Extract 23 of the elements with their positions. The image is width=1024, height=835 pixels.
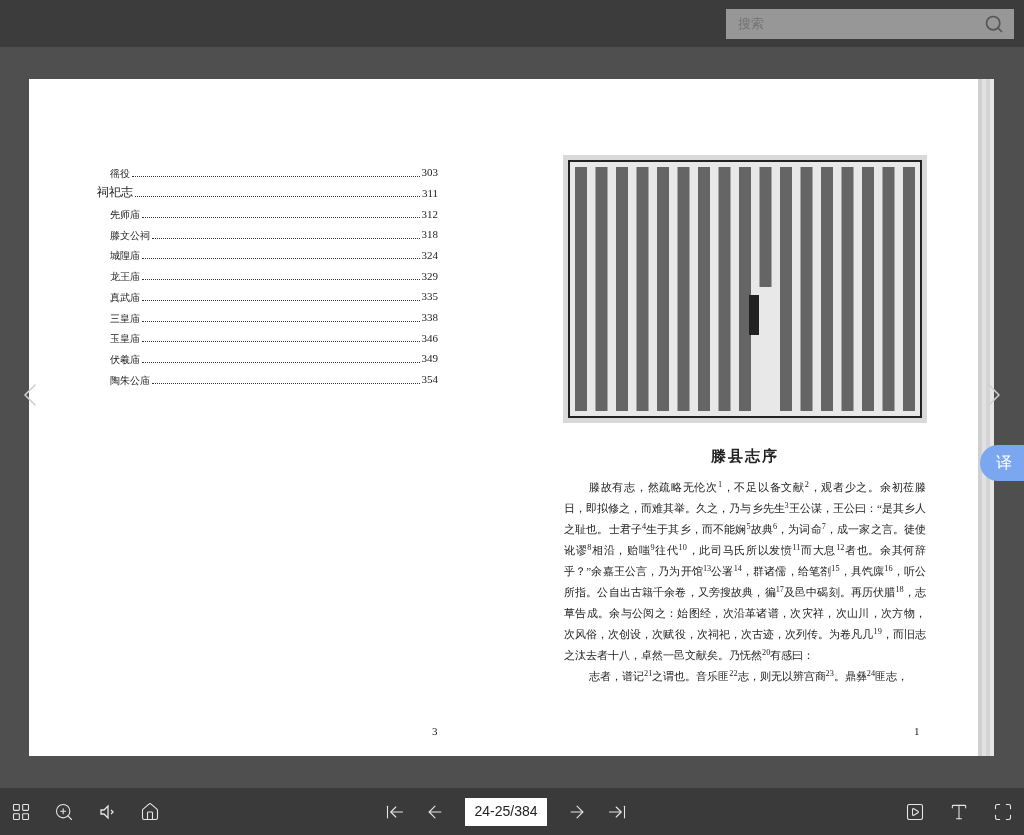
thumbnails-icon[interactable] bbox=[11, 801, 31, 822]
play-icon[interactable] bbox=[905, 801, 925, 822]
chapter-title: 滕县志序 bbox=[710, 447, 780, 466]
toc-entry[interactable]: 陶朱公庙 354 bbox=[97, 366, 438, 388]
body-paragraph: 滕故有志，然疏略无伦次$^{1}$，不足以备文献$^{2}$，观者少之。余初莅滕日，即拟修之，而难其举。久之，乃与乡先生$^{3}$王公谋，王公曰：“是其乡人之耻也。士君子$^{4}$生于其乡，而不能娴$^{5}$故典$^{6}$，为词命$^{7}$，成一家之言。徒使讹谬$^{8}$相沿，贻嗤$^{9}$往代$^{10}$，此司马氏所以发愤$^{11}$而大息$^{12}$者也。余其何辞乎？”余嘉王公言，乃为开馆$^{13}$公署$^{14}$，群诸儒，给笔劄$^{15}$，具饩廪$^{16}$，听公所指。公自出古籍千余卷，又旁搜故典，徧$^{17}$及邑中碣刻。再历伏腊$^{18}$，志草告成。余与公阅之：始图经，次沿革诸谱，次灾祥，次山川，次方物，次风俗，次创设，次赋役，次祠祀，次古迹，次列传。为卷凡几$^{19}$，而旧志之汰去者十八，卓然一邑文献矣。乃怃然$^{20}$有感曰： bbox=[564, 478, 926, 663]
toc-entry[interactable]: 伏羲庙 349 bbox=[97, 346, 438, 367]
toc-entry[interactable]: 城隍庙 324 bbox=[97, 242, 438, 264]
page-number: 1 bbox=[914, 724, 920, 739]
zoom-in-icon[interactable] bbox=[54, 801, 74, 822]
toc-entry[interactable]: 徭役 303 bbox=[97, 160, 438, 181]
toc-entry[interactable]: 龙王庙 329 bbox=[97, 263, 438, 285]
home-icon[interactable] bbox=[140, 801, 160, 822]
toc-entry[interactable]: 滕文公祠 318 bbox=[97, 222, 438, 243]
fullscreen-icon[interactable] bbox=[993, 801, 1013, 822]
search-icon[interactable] bbox=[984, 13, 1004, 34]
toc-entry[interactable]: 祠祀志 311 bbox=[97, 180, 438, 202]
toc-entry[interactable]: 真武庙 335 bbox=[97, 284, 438, 305]
toc-entry[interactable]: 先师庙 312 bbox=[97, 201, 438, 223]
page-indicator[interactable]: 24-25/384 bbox=[465, 797, 547, 826]
toc-entry[interactable]: 三皇庙 338 bbox=[97, 304, 438, 326]
toc-entry[interactable]: 玉皇庙 346 bbox=[97, 325, 438, 347]
body-paragraph: 志者，谱记$^{21}$之谓也。音乐匪$^{22}$志，则无以辨宫商$^{23}$。鼎彝$^{24}$匪志， bbox=[588, 667, 909, 684]
page-number: 3 bbox=[432, 724, 438, 739]
